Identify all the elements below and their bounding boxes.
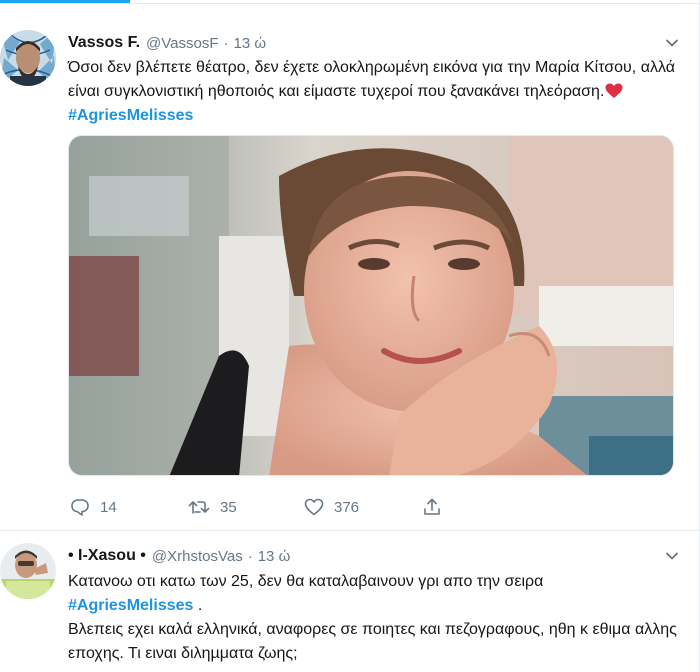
hashtag-link[interactable]: #AgriesMelisses <box>68 597 193 614</box>
like-icon <box>304 498 324 516</box>
avatar-image <box>0 30 56 86</box>
hashtag-suffix: . <box>193 597 203 614</box>
avatar-image <box>0 543 56 599</box>
tweet-photo[interactable] <box>68 135 674 476</box>
tweet-text: Όσοι δεν βλέπετε θέατρο, δεν έχετε ολοκλ… <box>68 56 688 128</box>
retweet-count: 35 <box>220 498 237 516</box>
like-button[interactable]: 376 <box>304 497 359 517</box>
tweet-header: Vassos F. @VassosF · 13 ώ <box>68 32 679 54</box>
share-button[interactable] <box>422 497 452 517</box>
tweet-header: • I-Xasou • @XrhstosVas · 13 ώ <box>68 545 679 567</box>
photo-image <box>69 136 673 475</box>
tweet-line: #AgriesMelisses . <box>68 594 688 618</box>
tweet-actions: 14 35 376 <box>68 497 588 517</box>
tweet-timestamp[interactable]: 13 ώ <box>234 35 267 52</box>
tweet-line: Κατανοω οτι κατω των 25, δεν θα καταλαβα… <box>68 573 544 590</box>
author-name[interactable]: Vassos F. <box>68 34 140 52</box>
tweet-line: Βλεπεις εχει καλά ελληνικά, αναφορες σε … <box>68 621 677 662</box>
tweet-body: Όσοι δεν βλέπετε θέατρο, δεν έχετε ολοκλ… <box>68 59 675 100</box>
chevron-down-icon[interactable] <box>665 36 679 50</box>
reply-count: 14 <box>100 498 117 516</box>
share-icon <box>424 498 440 515</box>
tweet-timestamp[interactable]: 13 ώ <box>258 548 291 565</box>
author-handle[interactable]: @XrhstosVas <box>152 548 243 565</box>
author-name[interactable]: • I-Xasou • <box>68 547 146 565</box>
separator-dot: · <box>223 34 229 52</box>
like-count: 376 <box>334 498 360 516</box>
hashtag-link[interactable]: #AgriesMelisses <box>68 107 193 124</box>
retweet-button[interactable]: 35 <box>188 497 237 517</box>
separator-dot: · <box>247 547 253 565</box>
avatar[interactable] <box>0 543 56 599</box>
top-divider <box>0 3 700 4</box>
author-handle[interactable]: @VassosF <box>146 35 218 52</box>
retweet-icon <box>188 501 210 514</box>
reply-button[interactable]: 14 <box>70 497 117 517</box>
tweet-text: Κατανοω οτι κατω των 25, δεν θα καταλαβα… <box>68 570 688 666</box>
tweet[interactable]: • I-Xasou • @XrhstosVas · 13 ώ Κατανοω ο… <box>0 531 699 672</box>
avatar[interactable] <box>0 30 56 86</box>
reply-icon <box>71 499 89 516</box>
chevron-down-icon[interactable] <box>665 549 679 563</box>
heart-emoji-icon <box>605 83 623 98</box>
tweet[interactable]: Vassos F. @VassosF · 13 ώ Όσοι δεν βλέπε… <box>0 14 699 530</box>
